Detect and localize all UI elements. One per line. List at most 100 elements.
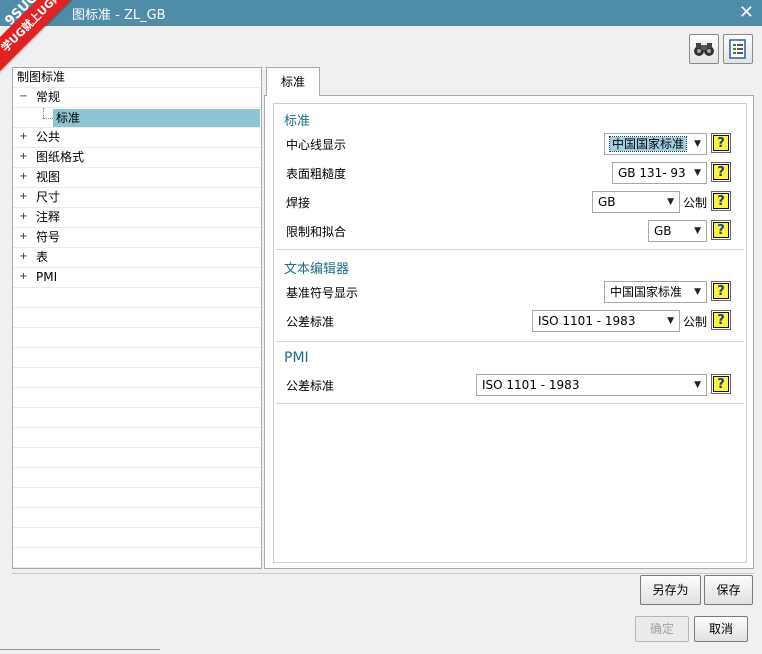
tree-item-symbol[interactable]: + 符号: [13, 228, 261, 248]
tree-empty-row: [13, 448, 261, 468]
tree-empty-row: [13, 308, 261, 328]
tree-item-standard[interactable]: 标准: [13, 108, 261, 128]
help-button[interactable]: ?: [711, 191, 731, 211]
help-icon: ?: [713, 222, 729, 238]
help-button[interactable]: ?: [711, 281, 731, 301]
section-title: 文本编辑器: [284, 262, 350, 277]
tree-empty-row: [13, 388, 261, 408]
tree-empty-row: [13, 368, 261, 388]
tab-standard[interactable]: 标准: [266, 67, 320, 96]
centerline-select[interactable]: 中国国家标准 ▼: [604, 133, 707, 155]
expand-icon[interactable]: +: [19, 132, 28, 142]
chevron-down-icon: ▼: [667, 316, 674, 326]
cancel-button[interactable]: 取消: [694, 616, 748, 642]
centerline-value: 中国国家标准: [608, 136, 688, 152]
help-icon: ?: [713, 164, 729, 180]
datum-select[interactable]: 中国国家标准 ▼: [604, 281, 707, 303]
help-icon: ?: [713, 135, 729, 151]
tree-item-label: 常规: [36, 90, 61, 104]
limits-select[interactable]: GB ▼: [648, 220, 707, 242]
tolerance-select[interactable]: ISO 1101 - 1983 ▼: [532, 310, 680, 332]
chevron-down-icon: ▼: [694, 139, 701, 149]
tree-item-label: 表: [36, 250, 49, 264]
tree-item-general[interactable]: − 常规: [13, 88, 261, 108]
tree-item-annotation[interactable]: + 注释: [13, 208, 261, 228]
tab-content: 标准 中心线显示 中国国家标准 ▼ ? 表面粗糙度 GB 131- 93 ▼ ?…: [264, 95, 754, 569]
help-button[interactable]: ?: [711, 374, 731, 394]
tree-item-label: 图纸格式: [36, 150, 85, 164]
section-pmi: PMI 公差标准 ISO 1101 - 1983 ▼ ?: [276, 346, 744, 404]
tree-empty-row: [13, 528, 261, 548]
binoculars-icon: [694, 43, 714, 56]
tree-empty-row: [13, 408, 261, 428]
settings-list-icon: [729, 39, 746, 59]
help-button[interactable]: ?: [711, 220, 731, 240]
weld-unit: 公制: [683, 196, 708, 210]
pmi-tolerance-select[interactable]: ISO 1101 - 1983 ▼: [476, 374, 707, 396]
tree-item-label: 视图: [36, 170, 61, 184]
help-icon: ?: [713, 283, 729, 299]
chevron-down-icon: ▼: [667, 197, 674, 207]
tree-empty-row: [13, 428, 261, 448]
tree-root-label: 制图标准: [17, 70, 66, 84]
help-button[interactable]: ?: [711, 310, 731, 330]
help-button[interactable]: ?: [711, 162, 731, 182]
tree-item-pmi[interactable]: + PMI: [13, 268, 261, 288]
tolerance-label: 公差标准: [286, 315, 335, 329]
tree-item-table[interactable]: + 表: [13, 248, 261, 268]
help-button[interactable]: ?: [711, 133, 731, 153]
roughness-label: 表面粗糙度: [286, 167, 347, 181]
tree-empty-row: [13, 288, 261, 308]
centerline-label: 中心线显示: [286, 138, 347, 152]
weld-label: 焊接: [286, 196, 311, 210]
expand-icon[interactable]: +: [19, 252, 28, 262]
tree-item-label: 注释: [36, 210, 61, 224]
tolerance-unit: 公制: [683, 315, 708, 329]
tree-root[interactable]: 制图标准: [13, 68, 261, 88]
chevron-down-icon: ▼: [694, 168, 701, 178]
chevron-down-icon: ▼: [694, 380, 701, 390]
tree-item-view[interactable]: + 视图: [13, 168, 261, 188]
help-icon: ?: [713, 312, 729, 328]
find-button[interactable]: [689, 34, 719, 64]
title-bar: 图标准 - ZL_GB ✕: [0, 0, 762, 26]
expand-icon[interactable]: +: [19, 152, 28, 162]
expand-icon[interactable]: +: [19, 192, 28, 202]
tree-item-label: 尺寸: [36, 190, 61, 204]
datum-label: 基准符号显示: [286, 286, 359, 300]
expand-icon[interactable]: +: [19, 272, 28, 282]
weld-value: GB: [598, 195, 616, 209]
settings-tree: 制图标准 − 常规 标准 + 公共 + 图纸格式 + 视图 + 尺寸 + 注释 …: [12, 67, 262, 569]
divider: [12, 573, 754, 574]
expand-icon[interactable]: +: [19, 232, 28, 242]
ok-button[interactable]: 确定: [635, 616, 689, 642]
roughness-value: GB 131- 93: [618, 166, 686, 180]
tree-empty-row: [13, 468, 261, 488]
window-title: 图标准 - ZL_GB: [72, 8, 166, 23]
tree-item-dimension[interactable]: + 尺寸: [13, 188, 261, 208]
pmi-tolerance-value: ISO 1101 - 1983: [482, 378, 580, 392]
save-button[interactable]: 保存: [704, 575, 753, 605]
limits-value: GB: [654, 224, 672, 238]
expand-icon[interactable]: +: [19, 212, 28, 222]
roughness-select[interactable]: GB 131- 93 ▼: [612, 162, 707, 184]
collapse-icon[interactable]: −: [19, 92, 28, 102]
tree-item-common[interactable]: + 公共: [13, 128, 261, 148]
expand-icon[interactable]: +: [19, 172, 28, 182]
settings-list-button[interactable]: [723, 34, 753, 64]
tree-connector: [43, 108, 44, 118]
tree-item-label: 符号: [36, 230, 61, 244]
tree-item-label: 公共: [36, 130, 61, 144]
weld-select[interactable]: GB ▼: [592, 191, 680, 213]
save-as-button[interactable]: 另存为: [640, 575, 701, 605]
limits-label: 限制和拟合: [286, 225, 347, 239]
section-standard: 标准 中心线显示 中国国家标准 ▼ ? 表面粗糙度 GB 131- 93 ▼ ?…: [276, 106, 744, 250]
tree-connector: [43, 118, 53, 119]
datum-value: 中国国家标准: [610, 285, 683, 299]
tree-empty-row: [13, 508, 261, 528]
close-icon[interactable]: ✕: [739, 2, 754, 23]
tree-item-sheet-format[interactable]: + 图纸格式: [13, 148, 261, 168]
divider: [0, 649, 160, 650]
chevron-down-icon: ▼: [694, 226, 701, 236]
help-icon: ?: [713, 376, 729, 392]
